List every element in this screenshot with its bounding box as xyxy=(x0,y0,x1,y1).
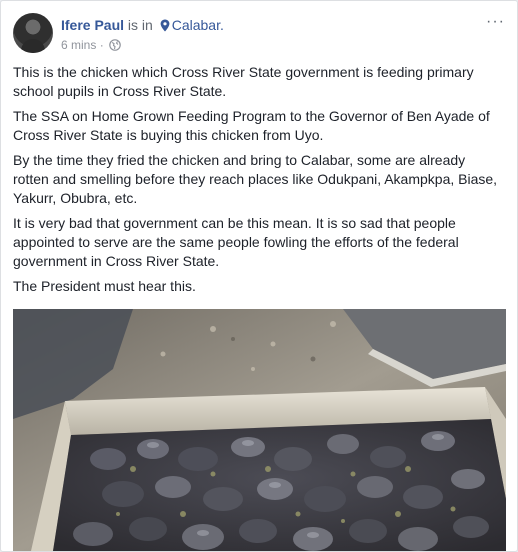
post-text: This is the chicken which Cross River St… xyxy=(13,63,499,302)
post-header: Ifere Paul is in Calabar. 6 mins · ··· xyxy=(13,13,507,57)
globe-icon[interactable] xyxy=(109,39,121,51)
post-paragraph: By the time they fried the chicken and b… xyxy=(13,152,498,206)
post-paragraph: It is very bad that government can be th… xyxy=(13,215,459,269)
location-link[interactable]: Calabar. xyxy=(157,17,224,33)
post-paragraph: The President must hear this. xyxy=(13,278,196,294)
author-avatar[interactable] xyxy=(13,13,53,53)
post-photo[interactable] xyxy=(13,309,506,551)
post-card: Ifere Paul is in Calabar. 6 mins · ··· T… xyxy=(0,0,518,552)
post-paragraph: The SSA on Home Grown Feeding Program to… xyxy=(13,108,490,143)
timestamp-link[interactable]: 6 mins xyxy=(61,38,96,52)
is-in-text: is in xyxy=(127,17,153,33)
map-pin-icon xyxy=(160,19,170,32)
meta-separator: · xyxy=(99,38,104,52)
more-options-icon[interactable]: ··· xyxy=(486,14,505,30)
location-name: Calabar. xyxy=(171,17,224,33)
author-name-link[interactable]: Ifere Paul xyxy=(61,17,124,33)
chicken-box-image xyxy=(13,309,506,551)
post-paragraph: This is the chicken which Cross River St… xyxy=(13,64,474,99)
post-title-line: Ifere Paul is in Calabar. xyxy=(61,16,224,34)
post-meta: 6 mins · xyxy=(61,37,121,53)
